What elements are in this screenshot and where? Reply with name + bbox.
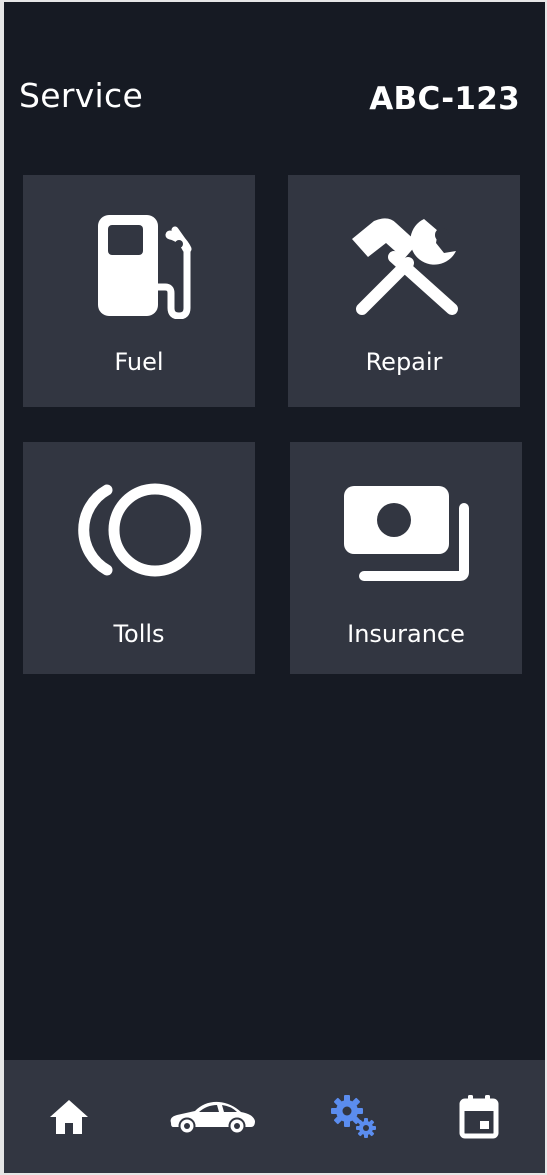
tile-label-repair: Repair bbox=[365, 348, 443, 376]
money-icon bbox=[344, 486, 469, 581]
tile-tolls[interactable]: Tolls bbox=[23, 442, 255, 674]
page-title: Service bbox=[19, 76, 144, 115]
hammer-wrench-icon bbox=[352, 218, 458, 315]
home-icon bbox=[50, 1099, 88, 1134]
tile-insurance[interactable]: Insurance bbox=[290, 442, 522, 674]
tile-label-insurance: Insurance bbox=[347, 620, 465, 648]
nav-home[interactable] bbox=[29, 1060, 109, 1173]
vehicle-plate: ABC-123 bbox=[369, 81, 520, 117]
car-icon bbox=[170, 1101, 255, 1134]
bottom-nav bbox=[4, 1060, 545, 1173]
tile-fuel[interactable]: Fuel bbox=[23, 175, 255, 407]
service-screen: Service ABC-123 Fuel Repair Tolls Insura… bbox=[4, 2, 545, 1173]
calendar-icon bbox=[459, 1094, 499, 1138]
tile-label-tolls: Tolls bbox=[113, 620, 165, 648]
tile-repair[interactable]: Repair bbox=[288, 175, 520, 407]
nav-car[interactable] bbox=[162, 1060, 262, 1173]
tile-label-fuel: Fuel bbox=[114, 348, 164, 376]
gears-icon bbox=[331, 1094, 376, 1138]
nav-calendar[interactable] bbox=[439, 1060, 519, 1173]
fuel-pump-icon bbox=[98, 215, 192, 319]
nav-service[interactable] bbox=[314, 1060, 394, 1173]
toll-coin-icon bbox=[78, 483, 202, 577]
